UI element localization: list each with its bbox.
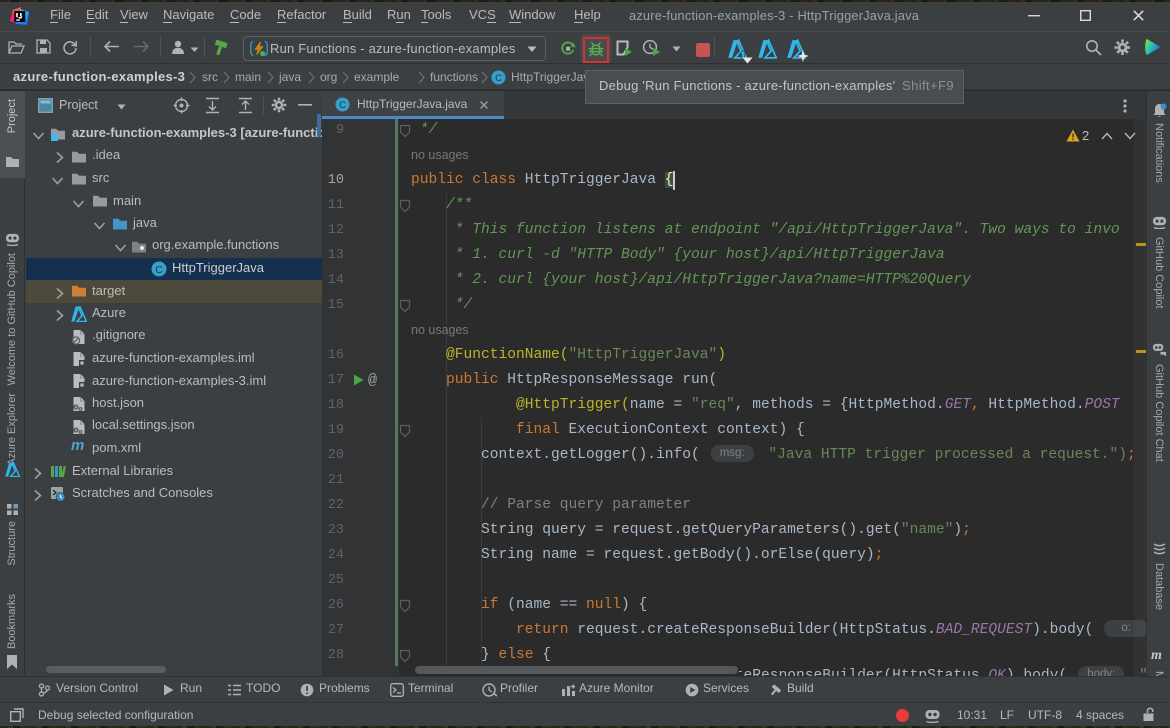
svg-text:C: C	[339, 100, 346, 110]
svg-text:C: C	[155, 264, 163, 276]
svg-text:C: C	[495, 73, 502, 84]
